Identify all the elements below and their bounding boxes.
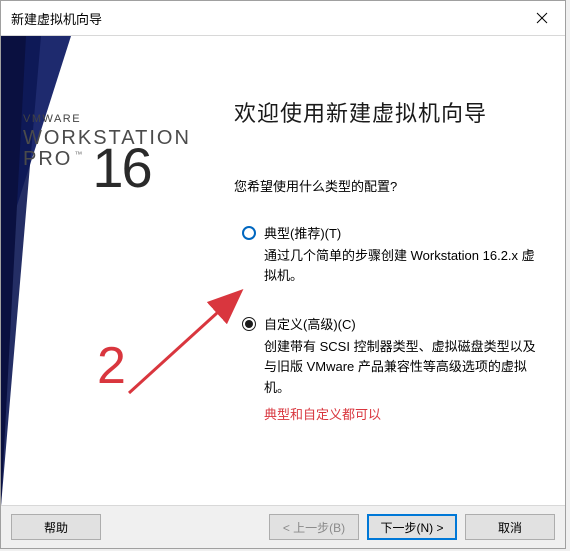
radio-typical[interactable] <box>242 226 256 240</box>
option-custom-desc: 创建带有 SCSI 控制器类型、虚拟磁盘类型以及与旧版 VMware 产品兼容性… <box>264 337 545 397</box>
option-typical-label: 典型(推荐)(T) <box>264 223 341 242</box>
close-icon[interactable] <box>519 1 565 35</box>
radio-custom[interactable] <box>242 317 256 331</box>
welcome-heading: 欢迎使用新建虚拟机向导 <box>234 96 545 128</box>
cancel-button[interactable]: 取消 <box>465 514 555 540</box>
brand-logo: VMWARE WORKSTATION PRO ™ 16 <box>23 114 191 197</box>
brand-vmware: VMWARE <box>23 114 191 126</box>
brand-tm: ™ <box>74 151 82 159</box>
back-button: < 上一步(B) <box>269 514 359 540</box>
brand-version: 16 <box>92 139 150 198</box>
wizard-content: 欢迎使用新建虚拟机向导 您希望使用什么类型的配置? 典型(推荐)(T) 通过几个… <box>216 36 565 505</box>
brand-pro: PRO <box>23 149 72 170</box>
option-custom-label: 自定义(高级)(C) <box>264 314 356 333</box>
next-button[interactable]: 下一步(N) > <box>367 514 457 540</box>
annotation-note: 典型和自定义都可以 <box>264 404 545 423</box>
option-typical[interactable]: 典型(推荐)(T) 通过几个简单的步骤创建 Workstation 16.2.x… <box>234 223 545 286</box>
footer: 帮助 < 上一步(B) 下一步(N) > 取消 <box>1 505 565 548</box>
titlebar[interactable]: 新建虚拟机向导 <box>1 1 565 36</box>
option-custom[interactable]: 自定义(高级)(C) 创建带有 SCSI 控制器类型、虚拟磁盘类型以及与旧版 V… <box>234 314 545 422</box>
config-question: 您希望使用什么类型的配置? <box>234 176 545 195</box>
annotation-number: 2 <box>97 336 126 396</box>
side-graphic: VMWARE WORKSTATION PRO ™ 16 <box>1 36 216 505</box>
titlebar-title: 新建虚拟机向导 <box>1 9 519 28</box>
help-button[interactable]: 帮助 <box>11 514 101 540</box>
option-typical-desc: 通过几个简单的步骤创建 Workstation 16.2.x 虚拟机。 <box>264 246 545 286</box>
new-vm-wizard-dialog: 新建虚拟机向导 VMWARE WORKSTATION PRO ™ 16 <box>0 0 566 549</box>
